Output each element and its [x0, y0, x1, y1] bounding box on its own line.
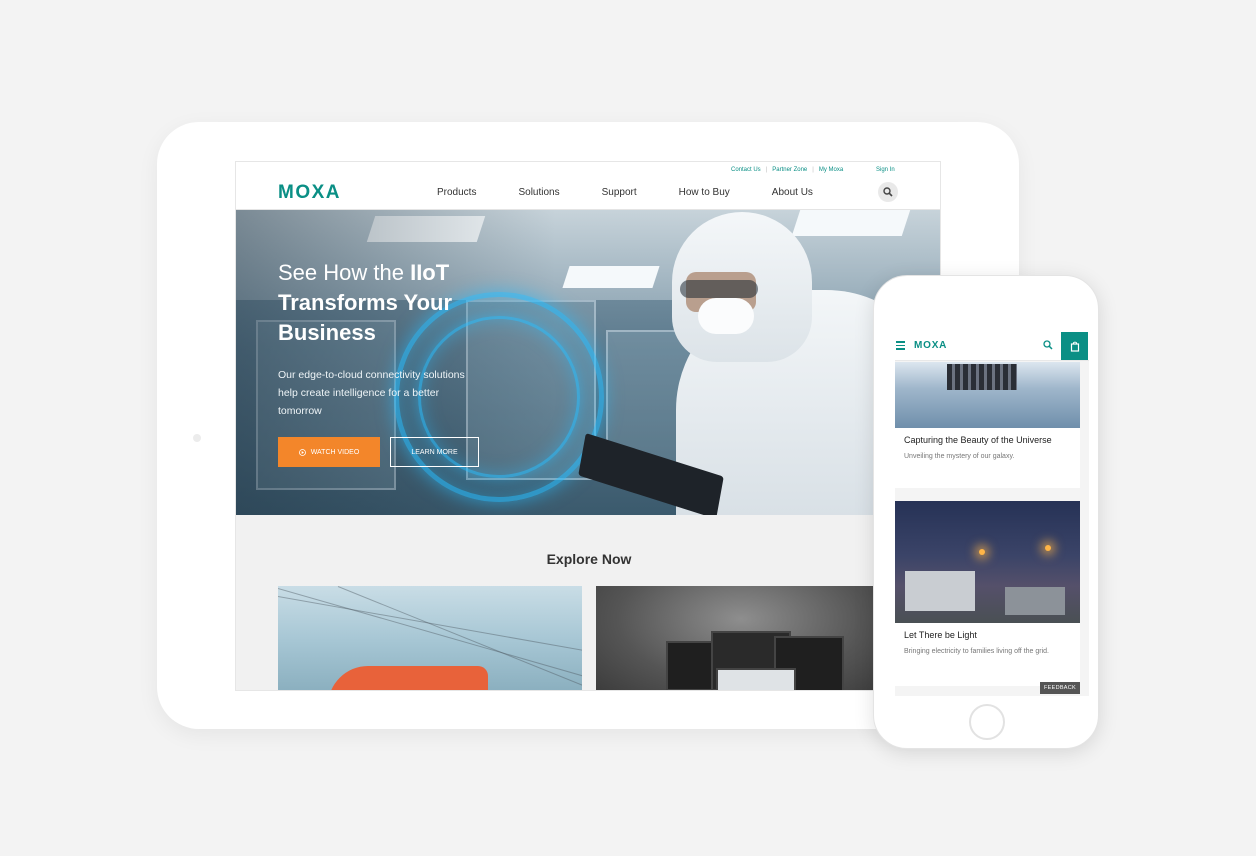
- separator: |: [812, 167, 814, 173]
- learn-more-button[interactable]: LEARN MORE: [390, 437, 479, 467]
- search-button[interactable]: [878, 182, 898, 202]
- site-header: Contact Us | Partner Zone | My Moxa Sign…: [236, 162, 940, 210]
- watch-video-label: WATCH VIDEO: [310, 448, 360, 456]
- hero-title: See How the IIoT Transforms Your Busines…: [278, 258, 498, 348]
- partner-zone-link[interactable]: Partner Zone: [772, 167, 807, 173]
- learn-more-label: LEARN MORE: [411, 448, 458, 456]
- mobile-card[interactable]: Let There be Light Bringing electricity …: [895, 501, 1080, 686]
- feedback-button[interactable]: FEEDBACK: [1040, 682, 1080, 694]
- nav-support[interactable]: Support: [602, 187, 637, 198]
- monitor: [716, 668, 796, 690]
- card-title: Capturing the Beauty of the Universe: [904, 435, 1052, 445]
- container-unit: [905, 571, 975, 611]
- goggles: [680, 280, 758, 298]
- mobile-site: MOXA Capturing the Beauty of the Univers…: [895, 331, 1089, 696]
- train: [328, 666, 488, 690]
- hero-banner: See How the IIoT Transforms Your Busines…: [236, 210, 940, 515]
- moxa-logo-mobile[interactable]: MOXA: [914, 340, 947, 351]
- explore-heading: Explore Now: [546, 551, 632, 567]
- space-station-image: [895, 362, 1080, 428]
- card-title: Let There be Light: [904, 630, 977, 640]
- card-description: Bringing electricity to families living …: [904, 648, 1049, 655]
- face-mask: [698, 298, 754, 334]
- bag-icon: [1070, 341, 1079, 352]
- play-icon: [298, 448, 306, 456]
- satellite: [947, 364, 1017, 390]
- hero-title-pre: See How the: [278, 260, 411, 285]
- my-moxa-link[interactable]: My Moxa: [819, 167, 843, 173]
- nav-solutions[interactable]: Solutions: [518, 187, 559, 198]
- monitors-card-image[interactable]: [596, 586, 886, 690]
- street-light: [979, 549, 985, 555]
- search-icon: [883, 187, 893, 197]
- mobile-card[interactable]: Capturing the Beauty of the Universe Unv…: [895, 362, 1080, 488]
- container-unit: [1005, 587, 1065, 615]
- watch-video-button[interactable]: WATCH VIDEO: [278, 437, 380, 467]
- ceiling-light: [562, 266, 660, 288]
- night-site-image: [895, 501, 1080, 623]
- power-line: [278, 596, 582, 655]
- card-description: Unveiling the mystery of our galaxy.: [904, 453, 1015, 460]
- separator: |: [765, 167, 768, 173]
- hero-subtitle: Our edge-to-cloud connectivity solutions…: [278, 369, 465, 417]
- moxa-logo[interactable]: MOXA: [278, 182, 341, 204]
- street-light: [1045, 545, 1051, 551]
- ceiling-light: [791, 210, 911, 236]
- hero-title-bold: Transforms Your Business: [278, 290, 453, 345]
- main-nav: Products Solutions Support How to Buy Ab…: [437, 187, 855, 198]
- nav-how-to-buy[interactable]: How to Buy: [679, 187, 730, 198]
- desktop-site: Contact Us | Partner Zone | My Moxa Sign…: [235, 161, 941, 691]
- nav-products[interactable]: Products: [437, 187, 476, 198]
- cart-button[interactable]: [1061, 332, 1088, 360]
- search-icon[interactable]: [1043, 340, 1053, 350]
- sign-in-link[interactable]: Sign In: [876, 167, 895, 173]
- phone-home-button: [969, 704, 1005, 740]
- mobile-header: MOXA: [895, 331, 1089, 361]
- utility-links: Contact Us | Partner Zone | My Moxa: [731, 167, 843, 173]
- nav-about-us[interactable]: About Us: [772, 187, 813, 198]
- contact-us-link[interactable]: Contact Us: [731, 167, 761, 173]
- hero-title-bold: IIoT: [410, 260, 450, 285]
- hamburger-menu-icon[interactable]: [896, 341, 905, 352]
- tablet-camera: [193, 434, 201, 442]
- train-card-image[interactable]: [278, 586, 582, 690]
